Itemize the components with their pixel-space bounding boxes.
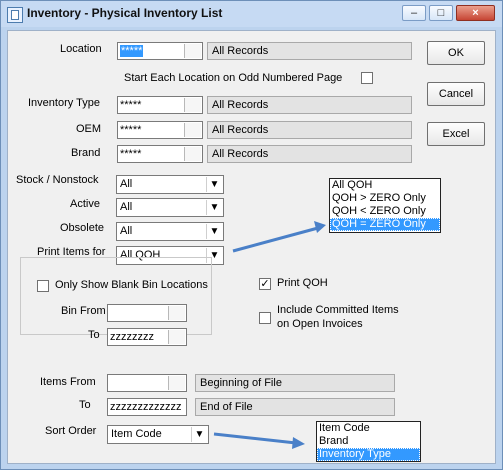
callout-arrow-sort-order [213, 432, 305, 449]
